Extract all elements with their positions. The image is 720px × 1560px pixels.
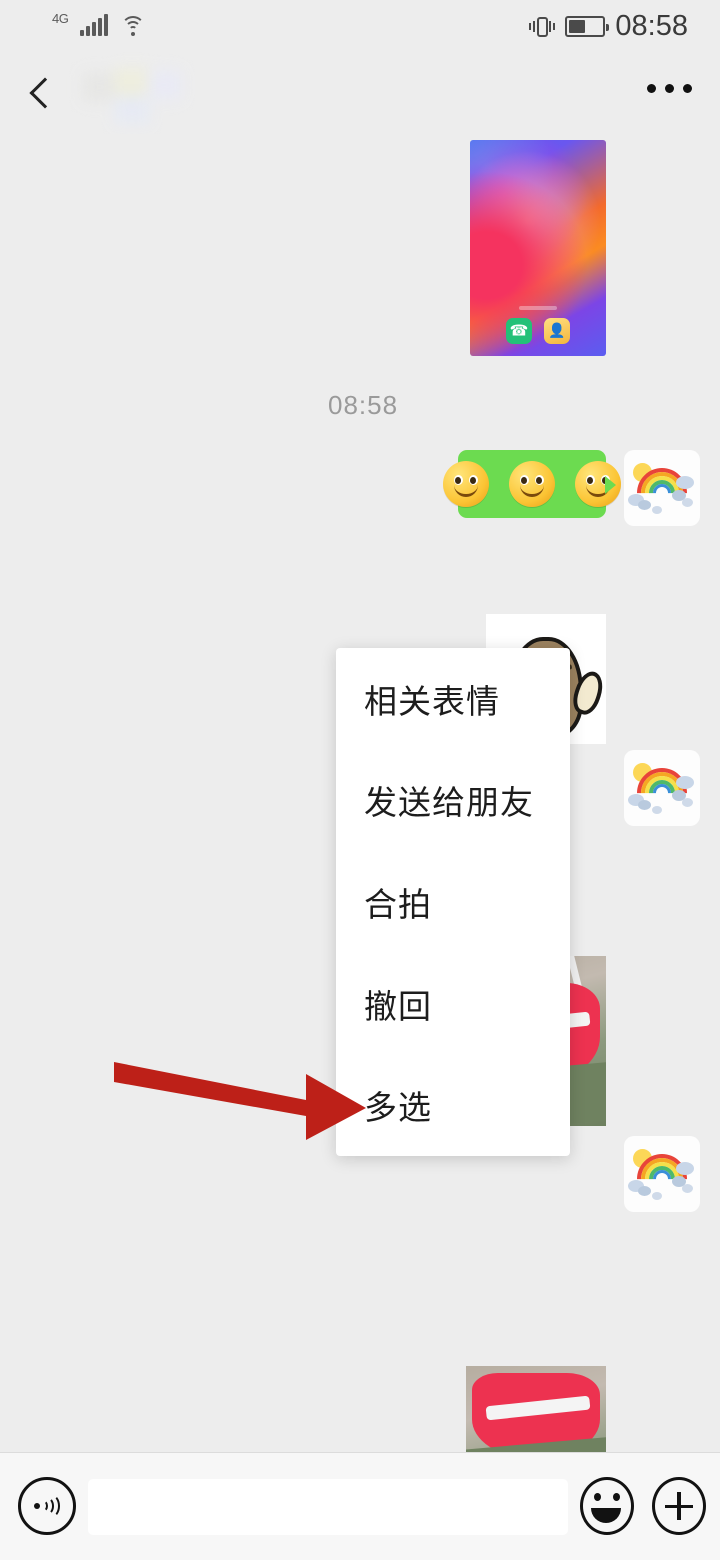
status-bar-right: 08:58 <box>529 12 688 41</box>
avatar[interactable] <box>624 750 700 826</box>
more-horizontal-icon[interactable] <box>647 84 692 93</box>
message-timestamp: 08:58 <box>328 390 399 420</box>
avatar[interactable] <box>624 450 700 526</box>
context-menu-item-duet[interactable]: 合拍 <box>336 851 570 953</box>
message-input[interactable] <box>88 1479 568 1535</box>
status-bar-clock: 08:58 <box>615 10 688 42</box>
chat-screen: 4G 08:58 ☎ 👤 08:58 相关表情 发送给朋友 合拍 撤回 多选 <box>0 0 720 1560</box>
status-bar: 4G 08:58 <box>0 0 720 56</box>
plus-icon[interactable] <box>652 1477 706 1535</box>
message-input-bar <box>0 1452 720 1560</box>
message-context-menu[interactable]: 相关表情 发送给朋友 合拍 撤回 多选 <box>336 648 570 1156</box>
smiley-emoji <box>509 461 555 507</box>
context-menu-item-related-stickers[interactable]: 相关表情 <box>336 648 570 750</box>
contacts-app-icon <box>544 318 570 344</box>
context-menu-item-recall[interactable]: 撤回 <box>336 953 570 1055</box>
list-item[interactable] <box>466 1366 606 1452</box>
avatar[interactable] <box>624 1136 700 1212</box>
page-title <box>82 68 184 124</box>
context-menu-item-label: 撤回 <box>364 986 432 1026</box>
smiley-emoji <box>443 461 489 507</box>
wifi-icon <box>120 14 146 36</box>
nav-bar <box>0 56 720 134</box>
context-menu-item-label: 合拍 <box>364 884 432 924</box>
list-item[interactable] <box>443 450 621 518</box>
phone-app-icon <box>506 318 532 344</box>
wallpaper-hint <box>519 306 557 310</box>
status-bar-left: 4G <box>52 11 146 36</box>
context-menu-item-label: 发送给朋友 <box>364 783 534 823</box>
list-item[interactable] <box>470 140 606 356</box>
chevron-left-icon[interactable] <box>22 74 64 116</box>
emoji-row <box>443 461 621 507</box>
context-menu-item-multi-select[interactable]: 多选 <box>336 1054 570 1156</box>
signal-strength-icon <box>80 14 109 36</box>
voice-record-icon[interactable] <box>18 1477 76 1535</box>
dock-row <box>506 318 570 344</box>
context-menu-item-label: 相关表情 <box>364 681 500 721</box>
annotation-arrow <box>114 1062 366 1140</box>
emoji-smiley-icon[interactable] <box>580 1477 634 1535</box>
bubble-tail <box>605 476 616 494</box>
context-menu-item-send-to-friend[interactable]: 发送给朋友 <box>336 750 570 852</box>
network-type-label: 4G <box>52 11 69 26</box>
battery-icon <box>565 16 610 37</box>
vibrate-icon <box>529 14 556 40</box>
